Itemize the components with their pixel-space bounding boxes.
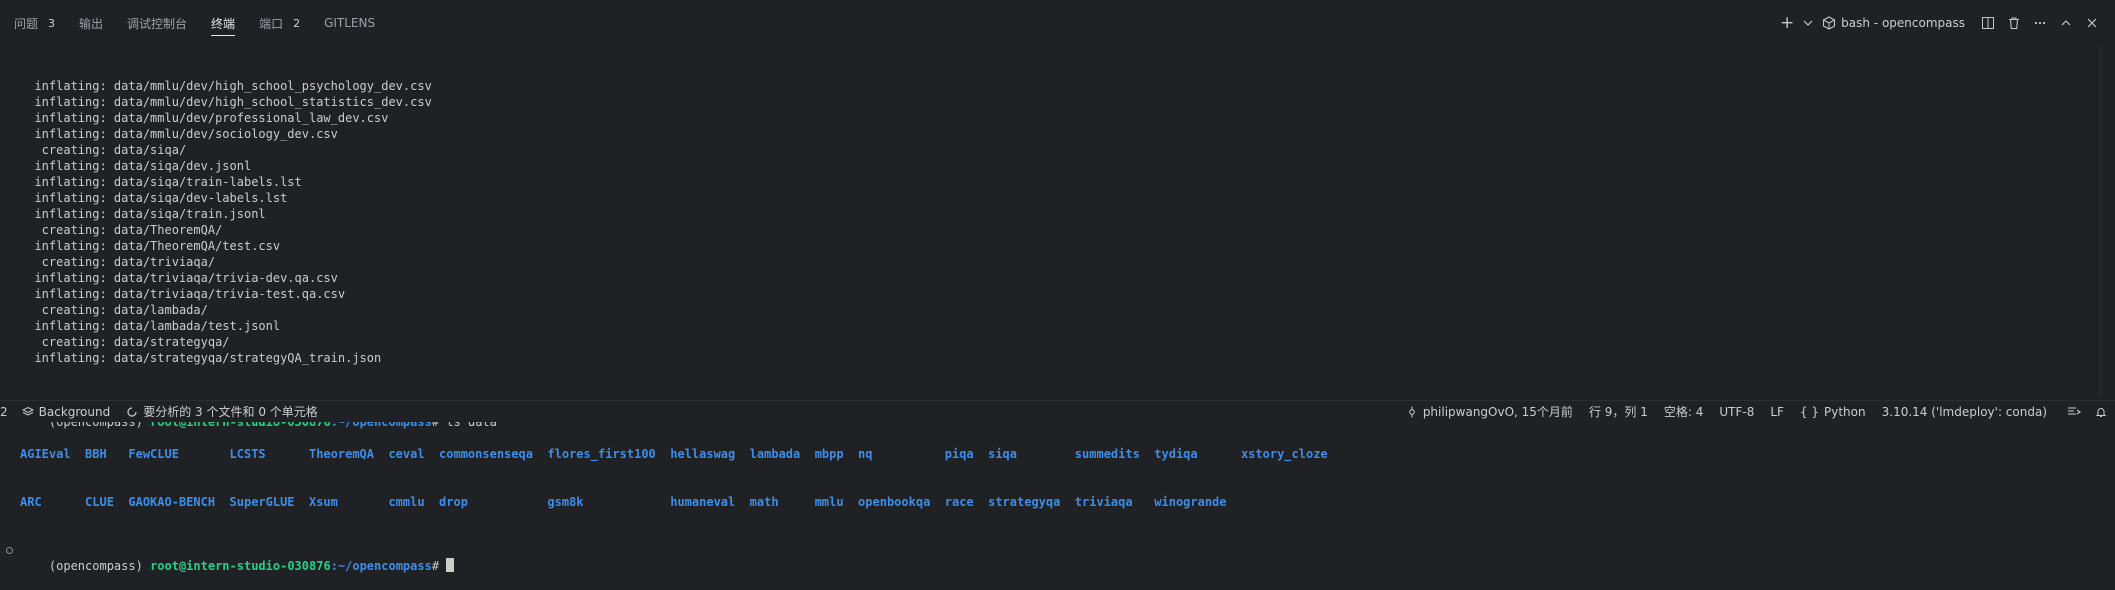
background-tasks[interactable]: Background: [21, 401, 111, 422]
language-label: Python: [1824, 404, 1866, 419]
terminal-selector[interactable]: bash - opencompass: [1822, 16, 1965, 30]
analysis-label: 要分析的 3 个文件和 0 个单元格: [143, 405, 318, 419]
analysis-status[interactable]: 要分析的 3 个文件和 0 个单元格: [126, 401, 318, 422]
terminal-line: inflating: data/mmlu/dev/high_school_psy…: [20, 79, 432, 93]
tab-output[interactable]: 输出: [79, 0, 103, 46]
terminal-line: inflating: data/siqa/train.jsonl: [20, 207, 266, 221]
status-left-number[interactable]: 2: [0, 401, 8, 422]
terminal-line: creating: data/TheoremQA/: [20, 223, 223, 237]
tab-gitlens[interactable]: GITLENS: [324, 0, 375, 46]
terminal-line: creating: data/strategyqa/: [20, 335, 230, 349]
braces-icon: { }: [1799, 404, 1820, 419]
terminal-shell-icon: [1822, 16, 1836, 30]
cursor-position[interactable]: 行 9，列 1: [1589, 401, 1648, 422]
terminal-current-prompt: (opencompass) root@intern-studio-030876:…: [0, 542, 2100, 573]
git-blame-status[interactable]: philipwangOvO, 15个月前: [1406, 401, 1573, 422]
terminal-line: creating: data/siqa/: [20, 143, 187, 157]
terminal-line: inflating: data/mmlu/dev/sociology_dev.c…: [20, 127, 338, 141]
terminal-scrollbar[interactable]: [2100, 46, 2115, 398]
ls-output-row: ARC CLUE GAOKAO-BENCH SuperGLUE Xsum cmm…: [20, 495, 1227, 509]
prompt-env: (opencompass): [48, 559, 151, 573]
terminal-output[interactable]: inflating: data/mmlu/dev/high_school_psy…: [0, 46, 2100, 573]
tab-terminal[interactable]: 终端: [211, 0, 236, 46]
layers-icon: [21, 406, 34, 418]
chevron-down-icon[interactable]: [1802, 12, 1814, 34]
tab-problems[interactable]: 问题 3: [14, 0, 55, 46]
tab-ports[interactable]: 端口 2: [259, 0, 300, 46]
more-actions-icon[interactable]: [2029, 12, 2051, 34]
terminal-log: inflating: data/mmlu/dev/high_school_psy…: [0, 78, 2100, 366]
terminal-line: inflating: data/mmlu/dev/professional_la…: [20, 111, 389, 125]
background-label: Background: [38, 404, 111, 419]
panel-tabs: 问题 3 输出 调试控制台 终端 端口 2 GITLENS: [14, 0, 399, 46]
terminal-line: creating: data/triviaqa/: [20, 255, 216, 269]
notifications-bell-icon[interactable]: [2095, 401, 2107, 422]
ls-output-row: AGIEval BBH FewCLUE LCSTS TheoremQA ceva…: [20, 447, 1328, 461]
command-pending-decoration[interactable]: [6, 547, 13, 554]
language-status[interactable]: { } Python: [1800, 401, 1866, 422]
terminal-line: inflating: data/lambada/test.jsonl: [20, 319, 281, 333]
tab-ports-badge: 2: [293, 16, 301, 30]
terminal-line: creating: data/lambada/: [20, 303, 208, 317]
encoding-status[interactable]: UTF-8: [1719, 401, 1754, 422]
tab-problems-badge: 3: [48, 16, 56, 30]
prompt-path: :~/opencompass: [330, 559, 432, 573]
remote-feedback-icon[interactable]: [2067, 401, 2081, 422]
tab-output-label: 输出: [79, 16, 104, 31]
terminal-line: inflating: data/triviaqa/trivia-dev.qa.c…: [20, 271, 338, 285]
git-commit-icon: [1406, 406, 1418, 418]
terminal-line: inflating: data/siqa/train-labels.lst: [20, 175, 302, 189]
close-panel-icon[interactable]: [2081, 12, 2103, 34]
new-terminal-button[interactable]: +: [1776, 12, 1798, 34]
tab-problems-label: 问题: [14, 16, 39, 31]
tab-gitlens-label: GITLENS: [324, 16, 376, 30]
maximize-panel-icon[interactable]: [2055, 12, 2077, 34]
eol-status[interactable]: LF: [1770, 401, 1784, 422]
prompt-symbol: #: [431, 559, 447, 573]
terminal-title: bash - opencompass: [1841, 16, 1965, 30]
terminal-line: inflating: data/siqa/dev.jsonl: [20, 159, 252, 173]
spinner-icon: [126, 406, 138, 418]
terminal-line: inflating: data/mmlu/dev/high_school_sta…: [20, 95, 432, 109]
status-bar-right: philipwangOvO, 15个月前 行 9，列 1 空格: 4 UTF-8…: [1390, 401, 2107, 422]
split-terminal-icon[interactable]: [1977, 12, 1999, 34]
terminal-line: inflating: data/triviaqa/trivia-test.qa.…: [20, 287, 346, 301]
tab-debug-console[interactable]: 调试控制台: [127, 0, 187, 46]
tab-debug-console-label: 调试控制台: [127, 16, 188, 31]
status-bar: 2 Background 要分析的 3 个文件和 0 个单元格 philipwa…: [0, 400, 2115, 422]
tab-ports-label: 端口: [259, 16, 284, 31]
prompt-user: root@intern-studio-030876: [150, 559, 331, 573]
python-interpreter-status[interactable]: 3.10.14 ('lmdeploy': conda): [1882, 401, 2047, 422]
tab-terminal-label: 终端: [211, 16, 236, 31]
terminal-line: inflating: data/TheoremQA/test.csv: [20, 239, 281, 253]
indentation-status[interactable]: 空格: 4: [1664, 401, 1704, 422]
status-bar-left: 2 Background 要分析的 3 个文件和 0 个单元格: [0, 401, 334, 422]
panel-tab-bar: 问题 3 输出 调试控制台 终端 端口 2 GITLENS + bash - o…: [0, 0, 2115, 46]
trash-icon[interactable]: [2003, 12, 2025, 34]
git-author-label: philipwangOvO, 15个月前: [1422, 405, 1573, 419]
terminal-line: inflating: data/strategyqa/strategyQA_tr…: [20, 351, 382, 365]
terminal-toolbar: + bash - opencompass: [1772, 0, 2103, 46]
terminal-cursor: [446, 558, 455, 572]
terminal-line: inflating: data/siqa/dev-labels.lst: [20, 191, 288, 205]
